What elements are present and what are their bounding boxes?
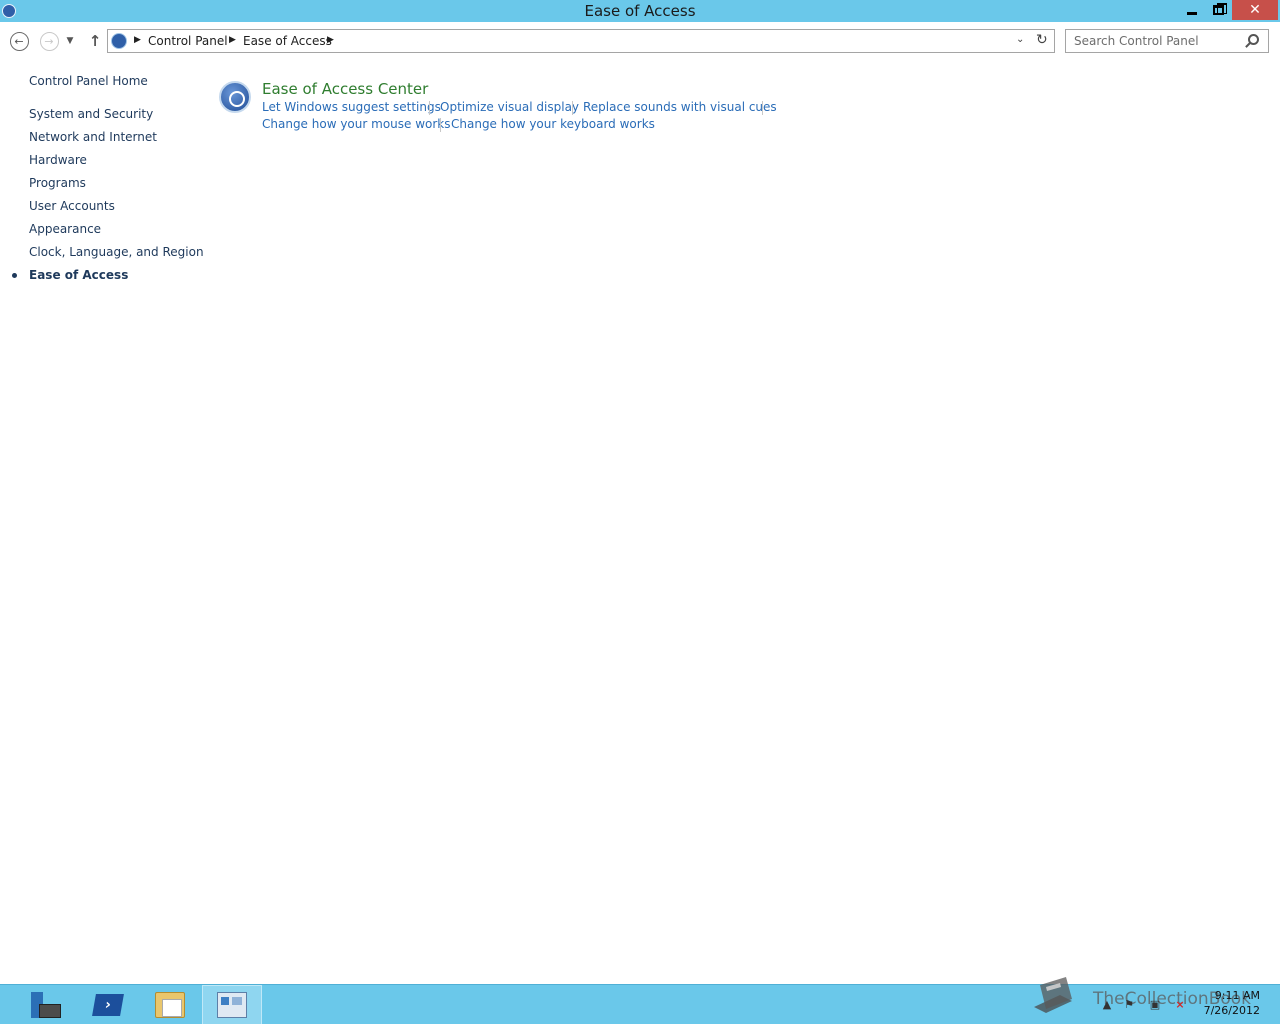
task-link-optimize-visual-display[interactable]: Optimize visual display [440, 100, 579, 114]
ease-of-access-center-link[interactable]: Ease of Access Center [262, 80, 428, 98]
sidebar-item-programs[interactable]: Programs [29, 176, 86, 190]
breadcrumb-separator-icon[interactable]: ▶ [327, 35, 334, 45]
sidebar-item-appearance[interactable]: Appearance [29, 222, 101, 236]
task-link-mouse[interactable]: Change how your mouse works [262, 117, 451, 131]
search-box[interactable] [1065, 29, 1269, 53]
search-icon[interactable] [1248, 34, 1259, 45]
taskbar-powershell[interactable]: › [78, 985, 138, 1024]
system-clock[interactable]: 9:11 AM 7/26/2012 [1198, 988, 1260, 1018]
task-divider [440, 118, 441, 132]
forward-arrow-icon: → [39, 31, 59, 51]
forward-button[interactable]: → [39, 31, 59, 51]
recent-locations-button[interactable]: ▼ [63, 31, 77, 51]
clock-date: 7/26/2012 [1203, 1004, 1260, 1017]
taskbar-file-explorer[interactable] [140, 985, 200, 1024]
sidebar-item-hardware[interactable]: Hardware [29, 153, 87, 167]
taskbar-server-manager[interactable] [15, 985, 75, 1024]
sidebar-item-system-and-security[interactable]: System and Security [29, 107, 153, 121]
minimize-icon [1186, 11, 1197, 15]
sidebar: Control Panel Home System and Security N… [0, 60, 210, 984]
task-link-suggest-settings[interactable]: Let Windows suggest settings [262, 100, 441, 114]
task-link-replace-sounds[interactable]: Replace sounds with visual cues [583, 100, 777, 114]
powershell-icon: › [92, 994, 124, 1016]
window-title: Ease of Access [584, 2, 696, 20]
address-bar[interactable]: ▶ Control Panel ▶ Ease of Access ▶ ⌄ ↻ [107, 29, 1055, 53]
folder-icon [155, 992, 185, 1018]
ease-of-access-icon[interactable] [219, 81, 251, 113]
sidebar-control-panel-home[interactable]: Control Panel Home [29, 74, 148, 88]
control-panel-icon [217, 992, 247, 1018]
taskbar: › TheCollectionBook ▲ ⚑ ▣ × 9:11 AM 7/26… [0, 977, 1280, 1024]
clock-time: 9:11 AM [1214, 989, 1260, 1002]
show-hidden-icons-icon[interactable]: ▲ [1100, 997, 1114, 1011]
close-button[interactable]: ✕ [1232, 0, 1278, 20]
volume-muted-icon[interactable]: × [1173, 997, 1187, 1011]
task-link-keyboard[interactable]: Change how your keyboard works [451, 117, 655, 131]
search-input[interactable] [1066, 30, 1244, 52]
sidebar-item-user-accounts[interactable]: User Accounts [29, 199, 115, 213]
restore-button[interactable] [1205, 0, 1232, 20]
title-bar: Ease of Access ✕ [0, 0, 1280, 22]
breadcrumb-separator-icon[interactable]: ▶ [229, 35, 236, 45]
refresh-icon[interactable]: ↻ [1036, 32, 1048, 48]
task-divider [429, 101, 430, 115]
sidebar-item-network-and-internet[interactable]: Network and Internet [29, 130, 157, 144]
book-watermark-icon [1034, 977, 1072, 1013]
back-arrow-icon: ← [9, 31, 29, 51]
active-item-bullet-icon [12, 273, 17, 278]
minimize-button[interactable] [1178, 0, 1205, 20]
address-dropdown-icon[interactable]: ⌄ [1016, 34, 1024, 45]
main-content: Ease of Access Center Let Windows sugges… [210, 60, 1280, 984]
action-center-flag-icon[interactable]: ⚑ [1122, 997, 1136, 1011]
breadcrumb-ease-of-access[interactable]: Ease of Access [243, 34, 332, 48]
task-divider [572, 101, 573, 115]
sidebar-item-ease-of-access[interactable]: Ease of Access [29, 268, 128, 282]
network-icon[interactable]: ▣ [1148, 997, 1162, 1011]
breadcrumb-control-panel[interactable]: Control Panel [148, 34, 228, 48]
taskbar-control-panel[interactable] [202, 985, 262, 1024]
server-manager-icon [29, 990, 61, 1020]
control-panel-icon [111, 33, 127, 49]
breadcrumb-separator-icon[interactable]: ▶ [134, 35, 141, 45]
restore-icon [1213, 3, 1227, 15]
up-button[interactable]: ↑ [85, 31, 105, 51]
navigation-bar: ← → ▼ ↑ ▶ Control Panel ▶ Ease of Access… [0, 22, 1280, 60]
back-button[interactable]: ← [9, 31, 29, 51]
task-divider [762, 101, 763, 115]
sidebar-item-clock-language-region[interactable]: Clock, Language, and Region [29, 245, 204, 259]
